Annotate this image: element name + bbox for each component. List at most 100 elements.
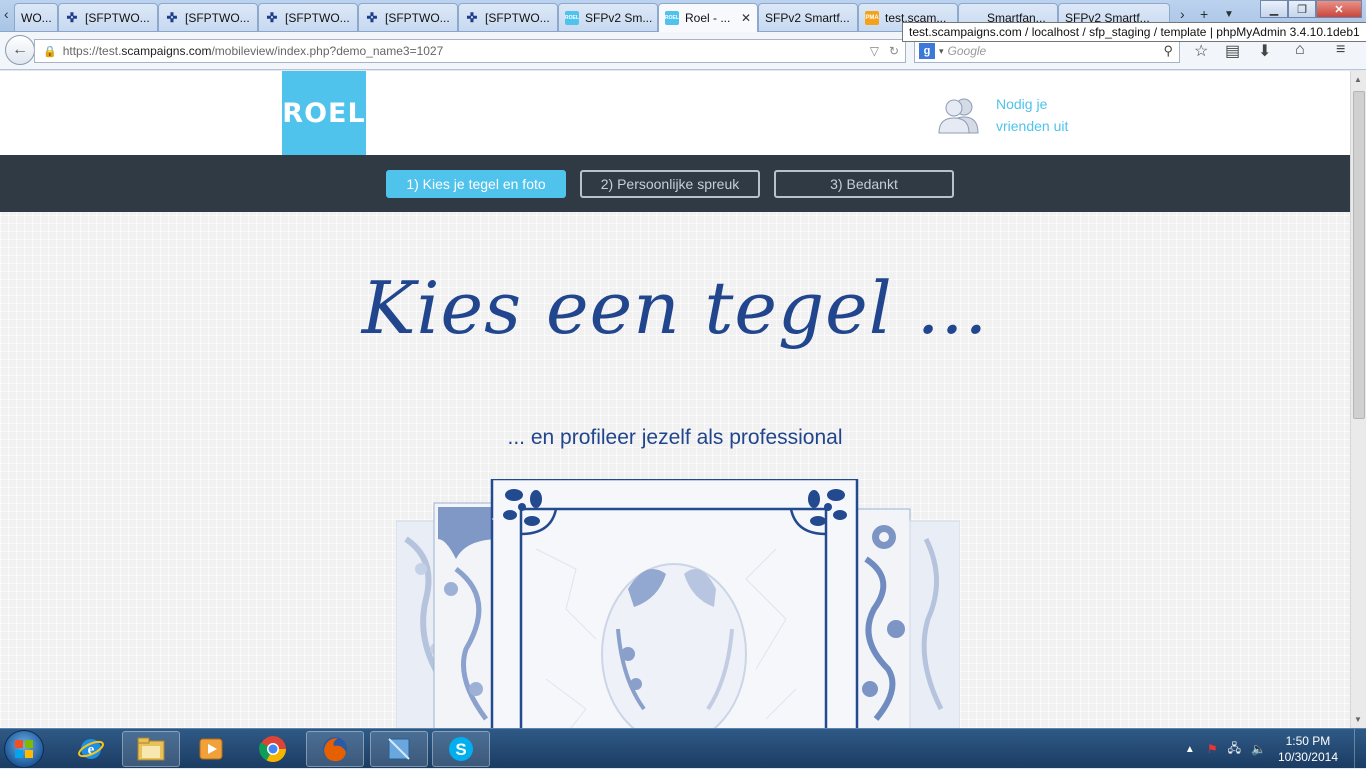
page-scrollbar[interactable]: ▲ ▼ [1350, 71, 1366, 728]
window-app-icon [388, 738, 410, 760]
svg-text:S: S [455, 740, 466, 759]
site-header: ROEL Nodig je vrienden uit [0, 71, 1350, 155]
clock[interactable]: 1:50 PM 10/30/2014 [1278, 733, 1338, 765]
network-icon[interactable]: 🖧 [1228, 739, 1241, 760]
search-engine-chevron-icon[interactable]: ▾ [939, 46, 944, 57]
google-engine-icon[interactable]: g [919, 43, 935, 59]
scrollbar-thumb[interactable] [1353, 91, 1365, 419]
invite-line: Nodig je [996, 96, 1048, 112]
tab-label: SFPv2 Sm... [585, 10, 653, 25]
start-button[interactable] [4, 730, 44, 768]
search-bar[interactable]: g ▾ Google ⚲ [914, 39, 1180, 63]
taskbar-skype[interactable]: S [432, 731, 490, 767]
clock-date: 10/30/2014 [1277, 750, 1338, 764]
browser-tab[interactable]: ✜ [SFPTWO... [158, 3, 258, 31]
taskbar-file-explorer[interactable] [122, 731, 180, 767]
page-headline: Kies een tegel ... [361, 266, 989, 350]
tab-label: [SFPTWO... [85, 10, 150, 25]
browser-tab[interactable]: ROEL SFPv2 Sm... [558, 3, 658, 31]
browser-tab[interactable]: ✜ [SFPTWO... [458, 3, 558, 31]
invite-friends-link[interactable]: Nodig je vrienden uit [934, 93, 1086, 137]
minimize-icon[interactable]: ▁ [1260, 0, 1288, 18]
url-prefix: https://test. [62, 44, 122, 58]
skype-icon: S [449, 737, 473, 761]
phpmyadmin-favicon-icon: PMA [865, 10, 879, 25]
roel-logo[interactable]: ROEL [282, 71, 366, 155]
page-viewport: ROEL Nodig je vrienden uit 1) Kies je te… [0, 71, 1350, 728]
sfp-favicon-icon: ✜ [266, 9, 278, 25]
show-desktop-button[interactable] [1354, 729, 1366, 769]
tab-scroll-left-icon[interactable]: ‹ [4, 6, 9, 22]
tab-list-chevron-icon[interactable]: ▼ [1224, 9, 1234, 20]
person-icon [938, 98, 979, 134]
tab-tooltip: test.scampaigns.com / localhost / sfp_st… [902, 22, 1366, 42]
scroll-down-icon[interactable]: ▼ [1354, 715, 1362, 724]
bookmarks-menu-icon[interactable]: ▤ [1225, 41, 1240, 61]
tile-option[interactable] [909, 520, 960, 728]
url-host: scampaigns.com [121, 44, 212, 58]
url-path: /mobileview/index.php?demo_name3=1027 [211, 44, 444, 58]
menu-icon[interactable]: ≡ [1336, 41, 1345, 59]
page-subline: ... en profileer jezelf als professional [507, 426, 843, 449]
action-center-flag-icon[interactable]: ⚑ [1207, 742, 1218, 756]
tile-carousel [396, 479, 960, 728]
step-1-button[interactable]: 1) Kies je tegel en foto [386, 170, 566, 198]
tab-label: [SFPTWO... [285, 10, 350, 25]
home-icon[interactable]: ⌂ [1295, 41, 1305, 59]
show-hidden-icons-icon[interactable]: ▲ [1185, 744, 1195, 755]
tab-label: [SFPTWO... [185, 10, 250, 25]
roel-favicon-icon: ROEL [665, 11, 679, 25]
step-2-button[interactable]: 2) Persoonlijke spreuk [580, 170, 760, 198]
bookmark-star-icon[interactable]: ☆ [1194, 41, 1208, 61]
new-tab-icon[interactable]: + [1200, 6, 1208, 22]
taskbar-firefox[interactable] [306, 731, 364, 767]
search-placeholder: Google [947, 44, 987, 58]
clock-time: 1:50 PM [1285, 734, 1331, 748]
browser-tab-active[interactable]: ROEL Roel - ... ✕ [658, 3, 758, 32]
browser-tab[interactable]: WO... [14, 3, 58, 31]
volume-muted-icon[interactable]: 🔈 [1251, 742, 1266, 756]
search-icon[interactable]: ⚲ [1163, 43, 1173, 59]
reload-icon[interactable]: ↻ [889, 44, 899, 58]
scroll-up-icon[interactable]: ▲ [1354, 75, 1362, 84]
tab-scroll-right-icon[interactable]: › [1180, 6, 1185, 22]
tab-label: WO... [21, 10, 52, 25]
sfp-favicon-icon: ✜ [66, 9, 78, 25]
back-arrow-icon[interactable]: ← [5, 35, 35, 65]
folder-icon [137, 737, 165, 761]
browser-tab[interactable]: ✜ [SFPTWO... [358, 3, 458, 31]
taskbar-chrome[interactable] [244, 731, 302, 767]
downloads-icon[interactable]: ⬇ [1258, 41, 1271, 61]
step-3-button[interactable]: 3) Bedankt [774, 170, 954, 198]
sfp-favicon-icon: ✜ [466, 9, 478, 25]
tile-option[interactable] [851, 508, 911, 728]
invite-line: vrienden uit [996, 118, 1069, 134]
window-controls: ▁ ❐ ✕ [1260, 0, 1362, 18]
system-tray: ▲ ⚑ 🖧 🔈 1:50 PM 10/30/2014 [1185, 729, 1366, 769]
steps-bar: 1) Kies je tegel en foto 2) Persoonlijke… [0, 155, 1350, 212]
lock-icon: 🔒 [43, 45, 57, 58]
taskbar-internet-explorer[interactable]: e [62, 731, 120, 767]
tab-label: [SFPTWO... [485, 10, 550, 25]
url-dropdown-icon[interactable]: ▽ [870, 44, 879, 58]
windows-logo-icon [15, 740, 33, 758]
restore-icon[interactable]: ❐ [1288, 0, 1316, 18]
media-player-icon [199, 738, 223, 760]
selected-tile[interactable] [490, 479, 859, 728]
close-window-icon[interactable]: ✕ [1316, 0, 1362, 18]
taskbar-app-window[interactable] [370, 731, 428, 767]
invite-text[interactable]: Nodig je vrienden uit [996, 93, 1086, 137]
browser-tab[interactable]: ✜ [SFPTWO... [258, 3, 358, 31]
browser-tab[interactable]: SFPv2 Smartf... [758, 3, 858, 31]
tab-label: SFPv2 Smartf... [765, 10, 850, 25]
taskbar-media-player[interactable] [182, 731, 240, 767]
internet-explorer-icon: e [78, 739, 104, 759]
sfp-favicon-icon: ✜ [166, 9, 178, 25]
windows-taskbar: e S ▲ ⚑ 🖧 🔈 1:50 PM 10/30/2014 [0, 728, 1366, 769]
browser-tab[interactable]: ✜ [SFPTWO... [58, 3, 158, 31]
close-tab-icon[interactable]: ✕ [741, 11, 751, 25]
tab-label: Roel - ... [685, 11, 731, 25]
address-bar[interactable]: 🔒 https://test. scampaigns.com/mobileview… [34, 39, 906, 63]
firefox-icon [323, 737, 347, 762]
chrome-icon [259, 736, 287, 763]
